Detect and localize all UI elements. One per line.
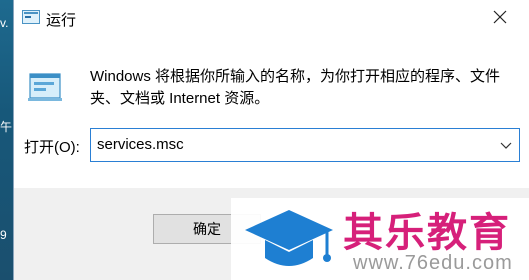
window-title: 运行: [46, 12, 77, 29]
open-label: 打开(O):: [24, 139, 80, 156]
screen: v. 午 9 运行 Windows 将根据你所输入的名称，为你打开相应的程序、文…: [0, 0, 529, 280]
graduation-cap-icon: [243, 204, 335, 276]
close-button[interactable]: [477, 0, 523, 34]
desktop-background: v. 午 9: [0, 0, 13, 280]
run-icon: [26, 68, 64, 104]
desktop-text: v.: [0, 16, 9, 30]
title-bar[interactable]: 运行: [14, 0, 529, 37]
chevron-down-icon[interactable]: [499, 138, 513, 152]
watermark: 其乐教育 www.76edu.com: [231, 198, 529, 280]
run-app-icon: [22, 10, 40, 24]
desktop-text: 9: [0, 228, 7, 242]
open-input[interactable]: services.msc: [97, 136, 184, 153]
desktop-text: 午: [0, 120, 13, 134]
open-combobox[interactable]: services.msc: [90, 128, 520, 162]
dialog-description: Windows 将根据你所输入的名称，为你打开相应的程序、文件夹、文档或 Int…: [90, 68, 501, 107]
close-icon: [493, 10, 507, 24]
watermark-brand: 其乐教育: [343, 211, 511, 255]
watermark-url: www.76edu.com: [353, 252, 513, 274]
